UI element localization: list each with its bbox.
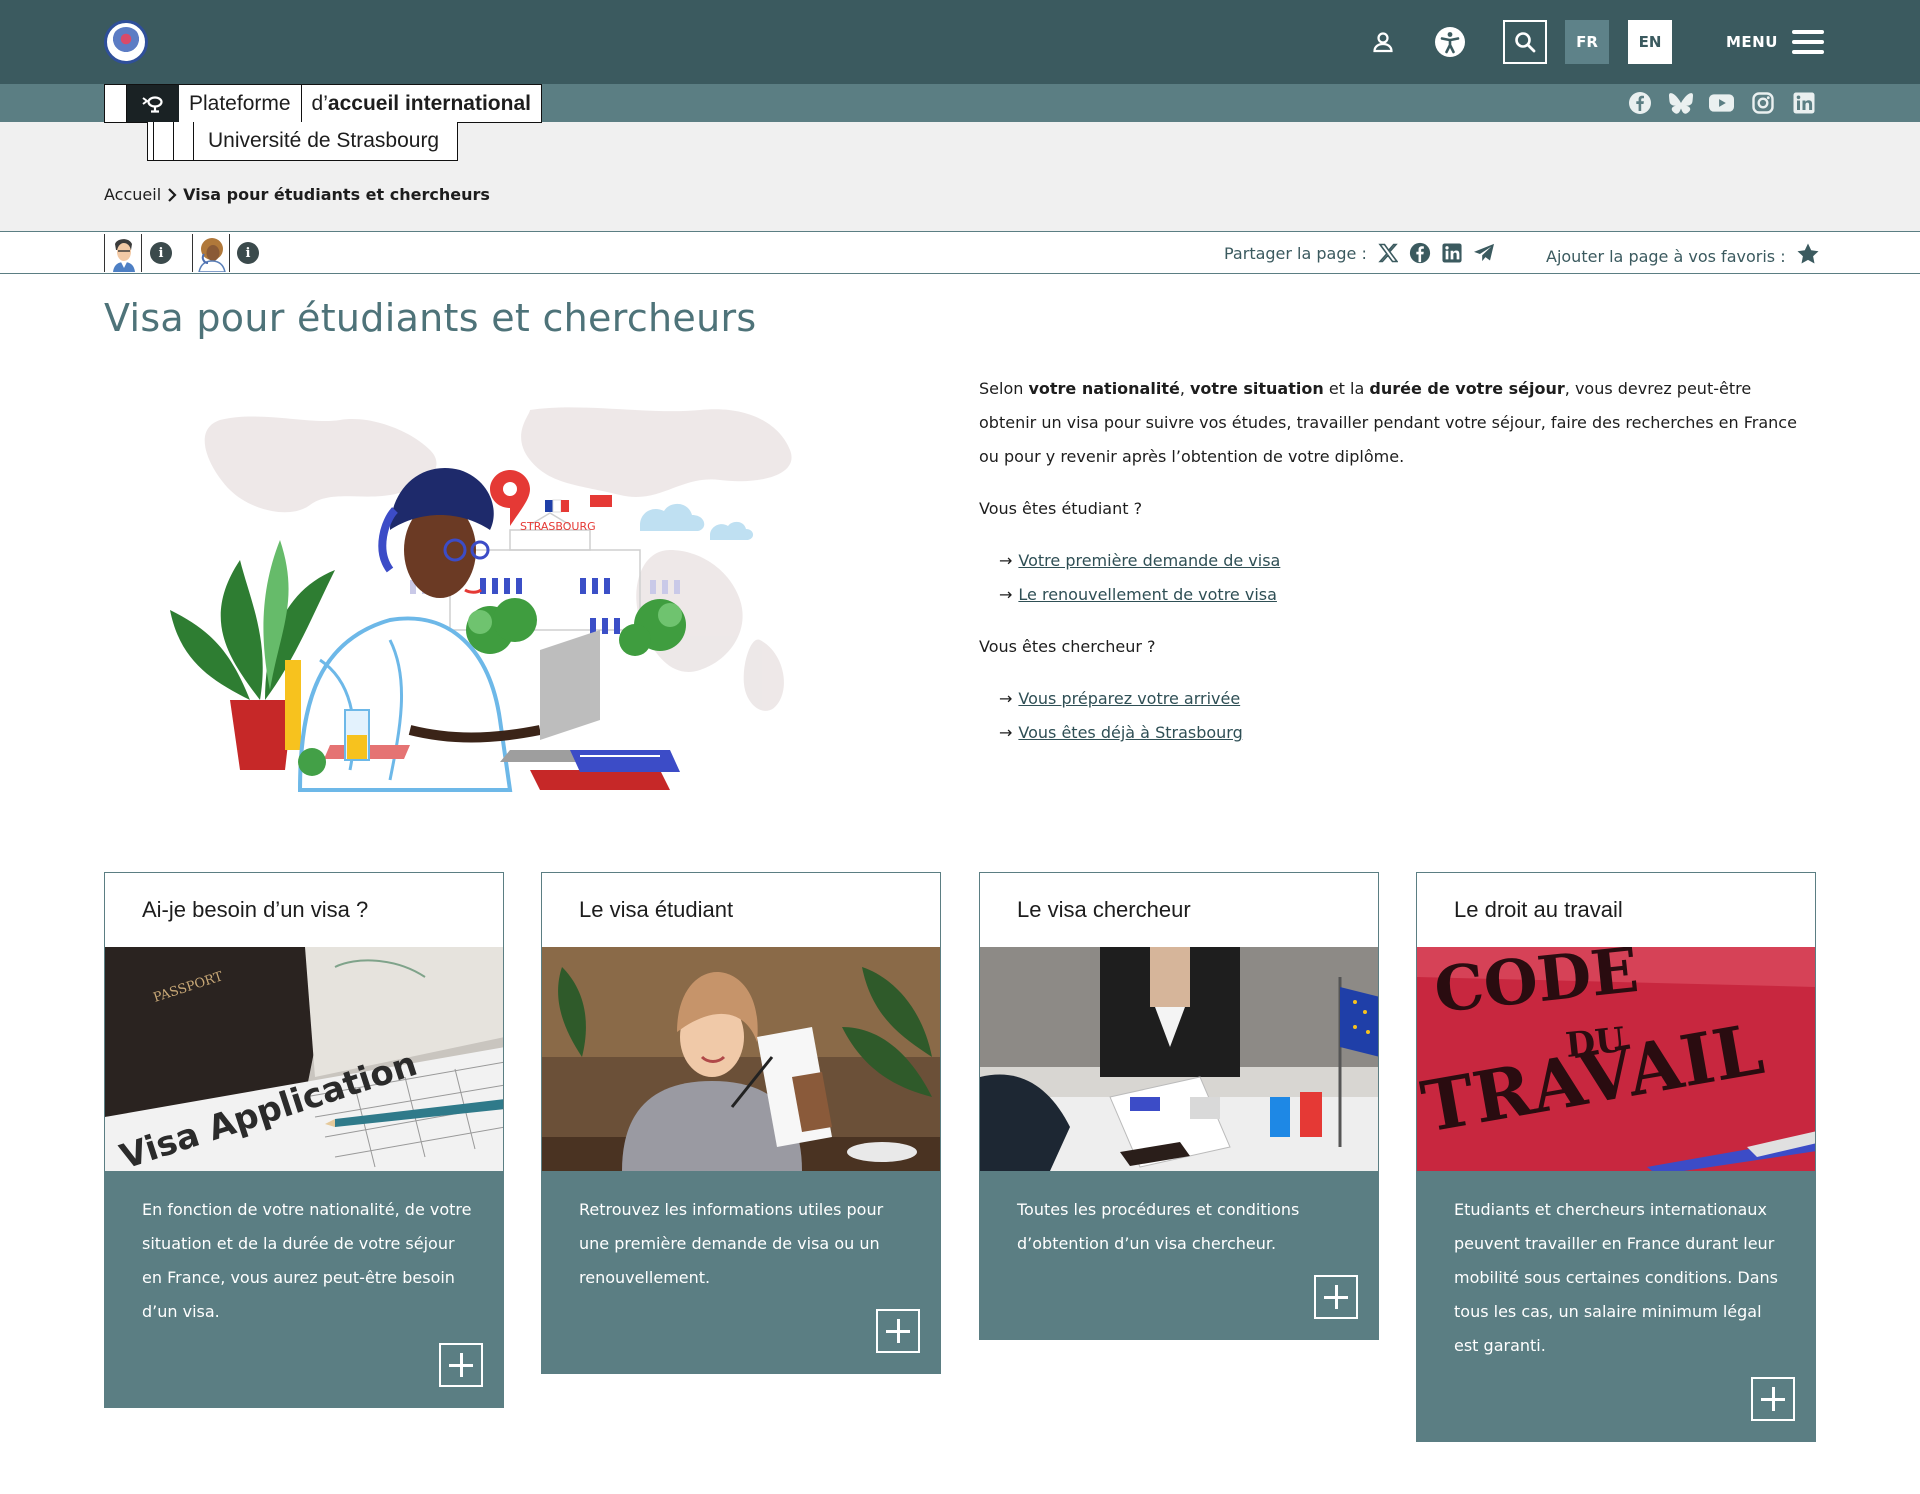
card-student-visa[interactable]: Le visa étudiant Retrouvez les informati…: [541, 872, 941, 1374]
youtube-icon[interactable]: [1709, 90, 1734, 115]
researcher-links: → Vous préparez votre arrivée → Vous êtes …: [999, 682, 1809, 750]
share-section: Partager la page :: [1224, 242, 1495, 264]
search-icon: [1515, 32, 1536, 53]
favorites-label: Ajouter la page à vos favoris :: [1546, 246, 1786, 266]
student-photo-image: [542, 947, 940, 1171]
link-prepare-arrival[interactable]: Vous préparez votre arrivée: [1018, 682, 1240, 716]
language-fr-button[interactable]: FR: [1565, 20, 1609, 64]
arrow-right-icon: →: [999, 723, 1013, 742]
info-icon-2[interactable]: i: [237, 242, 259, 264]
info-icon-1[interactable]: i: [150, 242, 172, 264]
card-text: Etudiants et chercheurs internationaux p…: [1454, 1200, 1778, 1355]
page-title: Visa pour étudiants et chercheurs: [104, 296, 757, 340]
code-du-travail-image: CODE DU TRAVAIL: [1417, 947, 1815, 1171]
plus-icon[interactable]: [876, 1309, 920, 1353]
menu-label: MENU: [1726, 33, 1778, 51]
student-illustration: STRASBOURG: [170, 407, 792, 792]
instagram-icon[interactable]: [1750, 90, 1775, 115]
link-visa-renewal[interactable]: Le renouvellement de votre visa: [1018, 578, 1277, 612]
intro-content: Selon votre nationalité, votre situation…: [979, 372, 1809, 768]
bluesky-icon[interactable]: [1668, 90, 1693, 115]
card-description-area: Retrouvez les informations utiles pour u…: [542, 1171, 940, 1373]
list-item: → Votre première demande de visa: [999, 544, 1809, 578]
university-brand[interactable]: Université de Strasbourg: [147, 122, 459, 161]
card-researcher-visa[interactable]: Le visa chercheur Toutes les procédures …: [979, 872, 1379, 1340]
platform-logo-icon: [127, 85, 179, 122]
platform-brand[interactable]: Plateforme d’ accueil international: [104, 84, 542, 123]
card-title: Le visa étudiant: [579, 897, 734, 922]
brand-text-university: Université de Strasbourg: [208, 129, 440, 152]
arrow-right-icon: →: [999, 585, 1013, 604]
intro-paragraph: Selon votre nationalité, votre situation…: [979, 379, 1797, 466]
card-title: Le visa chercheur: [1017, 897, 1191, 922]
plus-icon[interactable]: [1751, 1377, 1795, 1421]
list-item: → Vous préparez votre arrivée: [999, 682, 1809, 716]
card-need-visa[interactable]: Ai-je besoin d’un visa ? PASSPORT Visa A…: [104, 872, 504, 1408]
search-button[interactable]: [1503, 20, 1547, 64]
link-first-visa-request[interactable]: Votre première demande de visa: [1018, 544, 1280, 578]
user-icon[interactable]: [1361, 20, 1405, 64]
university-logo[interactable]: [104, 20, 148, 64]
breadcrumb-current: Visa pour étudiants et chercheurs: [183, 185, 490, 204]
facebook-icon[interactable]: [1627, 90, 1652, 115]
hamburger-icon: [1791, 30, 1824, 54]
list-item: → Le renouvellement de votre visa: [999, 578, 1809, 612]
brand-text-plateforme: Plateforme: [179, 85, 302, 122]
plus-icon[interactable]: [439, 1343, 483, 1387]
top-bar: FR EN MENU: [0, 0, 1920, 84]
city-label: STRASBOURG: [520, 520, 596, 533]
researcher-photo-image: [980, 947, 1378, 1171]
favorites-section: Ajouter la page à vos favoris :: [1546, 242, 1820, 270]
chevron-right-icon: [168, 187, 177, 202]
card-description-area: En fonction de votre nationalité, de vot…: [105, 1171, 503, 1407]
card-text: Retrouvez les informations utiles pour u…: [579, 1200, 884, 1287]
card-description-area: Etudiants et chercheurs internationaux p…: [1417, 1171, 1815, 1441]
x-twitter-icon[interactable]: [1377, 242, 1399, 264]
linkedin-share-icon[interactable]: [1441, 242, 1463, 264]
card-title: Ai-je besoin d’un visa ?: [142, 897, 369, 922]
link-already-in-strasbourg[interactable]: Vous êtes déjà à Strasbourg: [1018, 716, 1242, 750]
card-text: En fonction de votre nationalité, de vot…: [142, 1200, 472, 1321]
list-item: → Vous êtes déjà à Strasbourg: [999, 716, 1809, 750]
menu-button[interactable]: MENU: [1726, 20, 1824, 64]
researcher-question: Vous êtes chercheur ?: [979, 637, 1156, 656]
breadcrumb: Accueil Visa pour étudiants et chercheur…: [104, 185, 490, 204]
share-label: Partager la page :: [1224, 243, 1367, 263]
card-description-area: Toutes les procédures et conditions d’ob…: [980, 1171, 1378, 1339]
star-icon[interactable]: [1796, 242, 1820, 270]
share-bar: i i Partager la page : Ajouter la page à…: [0, 231, 1920, 274]
student-links: → Votre première demande de visa → Le reno…: [999, 544, 1809, 612]
card-title: Le droit au travail: [1454, 897, 1623, 922]
language-en-button[interactable]: EN: [1628, 20, 1672, 64]
facebook-share-icon[interactable]: [1409, 242, 1431, 264]
author-avatar-1: [104, 234, 142, 272]
arrow-right-icon: →: [999, 689, 1013, 708]
arrow-right-icon: →: [999, 551, 1013, 570]
card-text: Toutes les procédures et conditions d’ob…: [1017, 1200, 1300, 1253]
plus-icon[interactable]: [1314, 1275, 1358, 1319]
student-question: Vous êtes étudiant ?: [979, 499, 1143, 518]
card-work-right[interactable]: Le droit au travail CODE DU TRAVAIL Etud…: [1416, 872, 1816, 1442]
telegram-icon[interactable]: [1473, 242, 1495, 264]
linkedin-icon[interactable]: [1791, 90, 1816, 115]
accessibility-icon[interactable]: [1428, 20, 1472, 64]
passport-image: PASSPORT Visa Application: [105, 947, 503, 1171]
breadcrumb-home-link[interactable]: Accueil: [104, 185, 161, 204]
author-avatar-2: [192, 234, 230, 272]
brand-text-accueil: d’ accueil international: [311, 91, 531, 115]
